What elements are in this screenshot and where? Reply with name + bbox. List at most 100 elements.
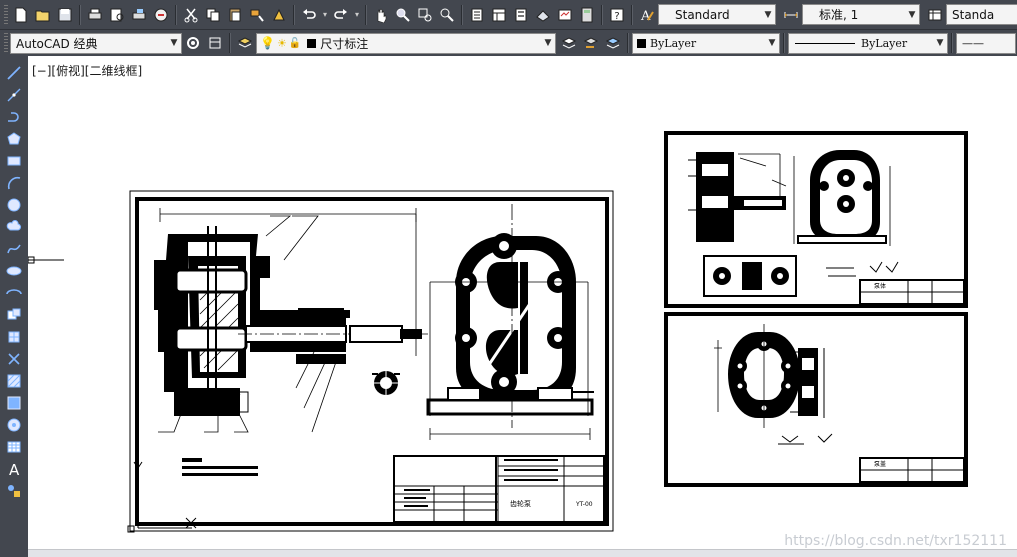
zoom-window-icon[interactable] — [414, 4, 436, 26]
title-block: 齿轮泵 YT-00 — [393, 455, 605, 523]
text-style-select[interactable]: Standard ▼ — [658, 4, 776, 25]
crosshair-cursor — [28, 256, 64, 264]
redo-dropdown-icon[interactable]: ▾ — [352, 4, 362, 26]
table-style-value: Standa — [952, 7, 995, 22]
drawing-canvas[interactable]: [−][俯视][二维线框] 齿轮泵 YT-00 泵体 泵盖 https://bl… — [28, 56, 1017, 557]
color-swatch — [637, 38, 646, 48]
polyline-icon[interactable] — [2, 106, 26, 128]
print-preview-icon[interactable] — [106, 4, 128, 26]
region-icon[interactable] — [2, 414, 26, 436]
layer-properties-icon[interactable] — [234, 32, 256, 54]
zoom-previous-icon[interactable] — [436, 4, 458, 26]
chevron-down-icon: ▼ — [544, 38, 552, 48]
chevron-down-icon: ▼ — [170, 38, 178, 48]
tool-palettes-icon[interactable] — [510, 4, 532, 26]
help-icon[interactable]: ? — [606, 4, 628, 26]
new-file-icon[interactable] — [10, 4, 32, 26]
arc-icon[interactable] — [2, 172, 26, 194]
point-icon[interactable] — [2, 348, 26, 370]
block-editor-icon[interactable] — [268, 4, 290, 26]
dimension-style-select[interactable]: 标准, 1 ▼ — [802, 4, 920, 25]
add-selected-icon[interactable] — [2, 480, 26, 502]
linetype-value: ByLayer — [861, 36, 908, 50]
layer-state-icon[interactable] — [602, 32, 624, 54]
assembly-sheet: 齿轮泵 YT-00 — [127, 190, 614, 533]
workspace-settings-icon[interactable] — [182, 32, 204, 54]
toolbar-grip[interactable] — [4, 33, 8, 53]
layer-state-icons: 💡 ☀ 🔓 — [257, 36, 320, 50]
print-icon[interactable] — [84, 4, 106, 26]
workspace-value: AutoCAD 经典 — [16, 36, 98, 51]
sheet-set-icon[interactable] — [532, 4, 554, 26]
table-icon[interactable] — [2, 436, 26, 458]
ellipse-arc-icon[interactable] — [2, 282, 26, 304]
toolbar-grip[interactable] — [4, 4, 8, 25]
layer-value: 尺寸标注 — [320, 36, 369, 51]
lightbulb-icon: 💡 — [260, 36, 275, 50]
separator — [631, 4, 633, 25]
sheet2-title-text: 泵盖 — [874, 460, 886, 468]
redo-icon[interactable] — [330, 4, 352, 26]
chevron-down-icon: ▼ — [908, 9, 916, 20]
layers-properties-toolbar: AutoCAD 经典 ▼ 💡 ☀ 🔓 尺寸标注 ▼ ByLayer ▼ ByLa… — [0, 29, 1017, 56]
circle-icon[interactable] — [2, 194, 26, 216]
publish-icon[interactable] — [128, 4, 150, 26]
workspace-select[interactable]: AutoCAD 经典 ▼ — [10, 32, 182, 54]
dimension-style-icon[interactable] — [780, 4, 802, 26]
copy-icon[interactable] — [202, 4, 224, 26]
construction-line-icon[interactable] — [2, 84, 26, 106]
standard-toolbar: ▾ ▾ ? A Standard ▼ 标准, 1 ▼ Standa — [0, 0, 1017, 29]
multiline-text-icon[interactable]: A — [2, 458, 26, 480]
table-style-icon[interactable] — [924, 4, 946, 26]
polygon-icon[interactable] — [2, 128, 26, 150]
revision-cloud-icon[interactable] — [2, 216, 26, 238]
undo-dropdown-icon[interactable]: ▾ — [320, 4, 330, 26]
dimension-style-value: 标准, 1 — [819, 8, 859, 22]
markup-icon[interactable] — [554, 4, 576, 26]
3d-dwf-icon[interactable] — [150, 4, 172, 26]
chevron-down-icon: ▼ — [936, 38, 944, 48]
insert-block-icon[interactable] — [2, 304, 26, 326]
pump-body-sheet: 泵体 — [664, 131, 968, 308]
workspace-toggle-icon[interactable] — [204, 32, 226, 54]
save-icon[interactable] — [54, 4, 76, 26]
linetype-select[interactable]: ByLayer ▼ — [788, 32, 948, 54]
table-style-select[interactable]: Standa — [946, 4, 1017, 25]
line-icon[interactable] — [2, 62, 26, 84]
make-block-icon[interactable] — [2, 326, 26, 348]
spline-icon[interactable] — [2, 238, 26, 260]
cut-icon[interactable] — [180, 4, 202, 26]
text-style-icon[interactable]: A — [636, 4, 658, 26]
sheet1-title-text: 泵体 — [874, 282, 886, 290]
watermark-text: https://blog.csdn.net/txr152111 — [784, 533, 1007, 549]
gradient-icon[interactable] — [2, 392, 26, 414]
paste-icon[interactable] — [224, 4, 246, 26]
separator — [783, 33, 785, 53]
undo-icon[interactable] — [298, 4, 320, 26]
properties-icon[interactable] — [466, 4, 488, 26]
title-block-code: YT-00 — [575, 501, 593, 508]
design-center-icon[interactable] — [488, 4, 510, 26]
open-file-icon[interactable] — [32, 4, 54, 26]
rectangle-icon[interactable] — [2, 150, 26, 172]
calculator-icon[interactable] — [576, 4, 598, 26]
cad-drawing: 齿轮泵 YT-00 泵体 泵盖 — [28, 131, 968, 533]
make-current-layer-icon[interactable] — [558, 32, 580, 54]
match-properties-icon[interactable] — [246, 4, 268, 26]
svg-text:?: ? — [614, 11, 619, 22]
hatch-icon[interactable] — [2, 370, 26, 392]
ellipse-icon[interactable] — [2, 260, 26, 282]
lock-icon: 🔓 — [288, 37, 302, 49]
zoom-realtime-icon[interactable] — [392, 4, 414, 26]
color-select[interactable]: ByLayer ▼ — [632, 32, 780, 54]
separator — [365, 4, 367, 25]
pan-icon[interactable] — [370, 4, 392, 26]
layer-previous-icon[interactable] — [580, 32, 602, 54]
separator — [627, 33, 629, 53]
color-value: ByLayer — [650, 36, 697, 50]
layer-select[interactable]: 💡 ☀ 🔓 尺寸标注 ▼ — [256, 32, 556, 54]
lineweight-select[interactable]: —— — [956, 32, 1016, 54]
lineweight-value: —— — [962, 36, 984, 50]
draw-toolbar: A — [0, 56, 28, 557]
layer-color-swatch — [307, 38, 317, 48]
